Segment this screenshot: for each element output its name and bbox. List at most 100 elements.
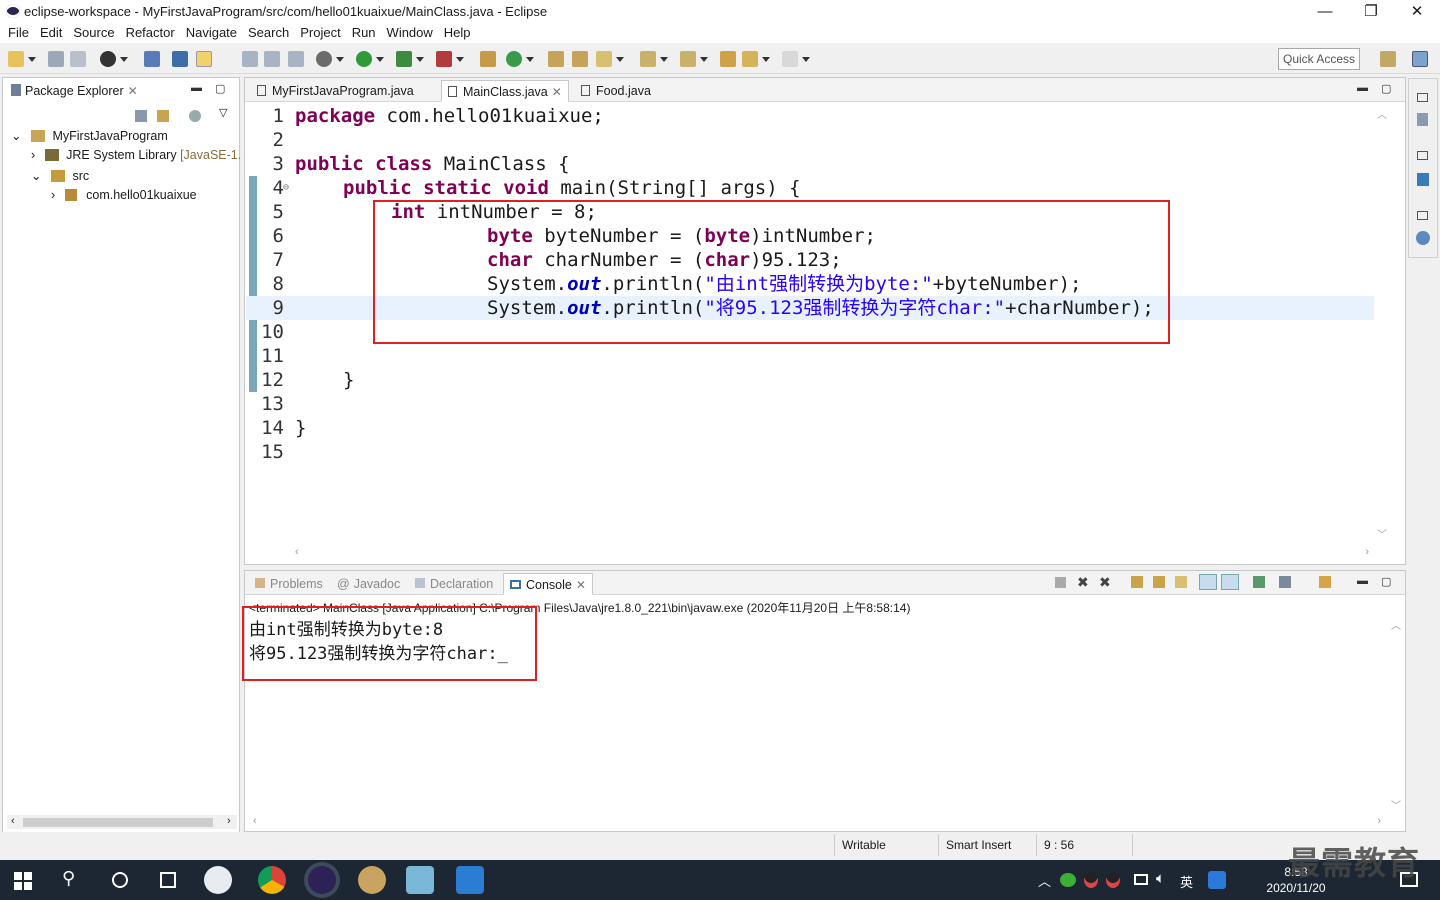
expander-icon[interactable]: ⌄ bbox=[31, 169, 41, 183]
task-view-icon[interactable] bbox=[160, 872, 176, 888]
coverage-icon[interactable] bbox=[396, 51, 424, 67]
tray-chevron-icon[interactable]: ︿ bbox=[1038, 871, 1051, 890]
expander-icon[interactable]: › bbox=[51, 188, 55, 202]
word-wrap-icon[interactable] bbox=[1175, 576, 1187, 588]
expander-icon[interactable]: ⌄ bbox=[11, 129, 21, 143]
minimize-icon[interactable]: ▬ bbox=[1357, 575, 1368, 587]
skip-breakpoints-icon[interactable] bbox=[144, 51, 160, 67]
tab-food[interactable]: Food.java bbox=[575, 80, 657, 102]
last-edit-icon[interactable] bbox=[720, 51, 736, 67]
outline-icon[interactable] bbox=[1417, 113, 1428, 126]
open-type-icon[interactable] bbox=[172, 51, 188, 67]
new-java-class-icon[interactable] bbox=[506, 51, 534, 67]
menu-navigate[interactable]: Navigate bbox=[182, 25, 244, 40]
tree-item-src[interactable]: ⌄ src bbox=[31, 168, 89, 183]
word-icon[interactable] bbox=[456, 866, 484, 894]
toggle-mark-occurrences-icon[interactable] bbox=[196, 51, 212, 67]
console-vertical-scrollbar[interactable]: ︿ ﹀ bbox=[1391, 617, 1403, 813]
scroll-up-icon[interactable]: ︿ bbox=[1377, 106, 1387, 121]
task-list-icon[interactable] bbox=[1416, 231, 1430, 245]
media-app-icon[interactable] bbox=[358, 866, 386, 894]
tab-problems[interactable]: Problems bbox=[249, 573, 329, 595]
save-icon[interactable] bbox=[48, 51, 64, 67]
open-perspective-icon[interactable] bbox=[1380, 51, 1396, 67]
save-all-icon[interactable] bbox=[70, 51, 86, 67]
minimize-icon[interactable]: ▬ bbox=[1357, 82, 1368, 94]
new-icon[interactable] bbox=[8, 51, 36, 67]
horizontal-scrollbar[interactable]: ‹ › bbox=[7, 815, 237, 829]
tree-item-project[interactable]: ⌄ MyFirstJavaProgram bbox=[11, 128, 168, 143]
cortana-icon[interactable] bbox=[112, 872, 128, 888]
scroll-left-icon[interactable]: ‹ bbox=[253, 815, 257, 827]
tab-declaration[interactable]: Declaration bbox=[409, 573, 499, 595]
menu-edit[interactable]: Edit bbox=[36, 25, 69, 40]
restore-icon[interactable] bbox=[1417, 93, 1428, 102]
display-console-icon[interactable] bbox=[1279, 576, 1291, 588]
scroll-down-icon[interactable]: ﹀ bbox=[1391, 797, 1401, 812]
menu-file[interactable]: File bbox=[4, 25, 36, 40]
package-explorer-tab[interactable]: Package Explorer ✕ bbox=[19, 80, 144, 102]
scroll-left-icon[interactable]: ‹ bbox=[11, 815, 15, 827]
menu-run[interactable]: Run bbox=[348, 25, 383, 40]
debug-icon[interactable] bbox=[316, 51, 344, 67]
ime-indicator[interactable]: 英 bbox=[1180, 872, 1193, 891]
view-menu-icon[interactable] bbox=[189, 110, 201, 122]
qq-icon[interactable] bbox=[1084, 872, 1098, 888]
link-with-editor-icon[interactable] bbox=[157, 110, 169, 122]
console-horizontal-scrollbar[interactable]: ‹ › bbox=[249, 815, 1389, 829]
scroll-right-icon[interactable]: › bbox=[1365, 546, 1369, 558]
menu-refactor[interactable]: Refactor bbox=[122, 25, 182, 40]
hierarchy-icon[interactable] bbox=[1417, 173, 1429, 186]
tray-app-icon[interactable] bbox=[1208, 871, 1226, 889]
menu-window[interactable]: Window bbox=[383, 25, 440, 40]
open-task-icon[interactable] bbox=[572, 51, 588, 67]
java-perspective-icon[interactable] bbox=[1412, 51, 1428, 67]
tree-item-jre[interactable]: › JRE System Library [JavaSE-1. bbox=[31, 148, 241, 162]
expander-icon[interactable]: › bbox=[31, 148, 35, 162]
scroll-lock-icon[interactable] bbox=[1153, 576, 1165, 588]
external-tools-icon[interactable] bbox=[436, 51, 464, 67]
clear-console-icon[interactable] bbox=[1131, 576, 1143, 588]
open-folder-icon[interactable] bbox=[548, 51, 564, 67]
tab-console[interactable]: Console ✕ bbox=[503, 573, 593, 595]
volume-icon[interactable]: 🔈︎ bbox=[1156, 870, 1165, 887]
view-menu-chevron-icon[interactable]: ▽ bbox=[219, 106, 227, 119]
vertical-scrollbar[interactable]: ︿ ﹀ bbox=[1377, 106, 1389, 542]
wechat-icon[interactable] bbox=[1060, 873, 1076, 887]
terminate-icon[interactable] bbox=[1055, 577, 1066, 588]
restore-icon[interactable] bbox=[1417, 211, 1428, 220]
remove-all-icon[interactable]: ✖ bbox=[1099, 574, 1111, 591]
qq-icon[interactable] bbox=[1106, 872, 1120, 888]
scroll-left-icon[interactable]: ‹ bbox=[295, 546, 299, 558]
notepad-icon[interactable] bbox=[406, 866, 434, 894]
toggle-block-icon[interactable] bbox=[242, 51, 258, 67]
collapse-all-icon[interactable] bbox=[135, 110, 147, 122]
search-icon[interactable]: ⚲ bbox=[62, 868, 75, 889]
scroll-right-icon[interactable]: › bbox=[1377, 815, 1381, 827]
restore-button[interactable]: ❐ bbox=[1348, 0, 1394, 22]
close-icon[interactable]: ✕ bbox=[576, 578, 586, 592]
tree-item-package[interactable]: › com.hello01kuaixue bbox=[51, 188, 197, 202]
pin-console-icon[interactable] bbox=[1253, 576, 1265, 588]
start-icon[interactable] bbox=[14, 872, 32, 890]
back-icon[interactable] bbox=[742, 51, 770, 67]
close-button[interactable]: ✕ bbox=[1394, 0, 1440, 22]
scroll-up-icon[interactable]: ︿ bbox=[1391, 617, 1401, 632]
maximize-icon[interactable]: ▢ bbox=[1381, 82, 1391, 95]
chrome-icon[interactable] bbox=[258, 866, 286, 894]
remove-launch-icon[interactable]: ✖ bbox=[1077, 574, 1089, 591]
restore-icon[interactable] bbox=[1417, 151, 1428, 160]
menu-search[interactable]: Search bbox=[244, 25, 296, 40]
minimize-icon[interactable]: ▬ bbox=[191, 82, 202, 94]
paragraph-icon[interactable] bbox=[288, 51, 304, 67]
minimize-button[interactable]: — bbox=[1302, 0, 1348, 22]
fold-icon[interactable]: ⊖ bbox=[283, 176, 289, 200]
show-on-error-icon[interactable] bbox=[1221, 574, 1239, 590]
maximize-icon[interactable]: ▢ bbox=[215, 82, 225, 95]
forward-icon[interactable] bbox=[782, 51, 810, 67]
quick-access-input[interactable]: Quick Access bbox=[1278, 48, 1360, 70]
new-java-package-icon[interactable] bbox=[480, 51, 496, 67]
eclipse-taskbar-icon[interactable] bbox=[308, 866, 336, 894]
scroll-down-icon[interactable]: ﹀ bbox=[1377, 526, 1387, 541]
horizontal-scrollbar[interactable]: ‹ › bbox=[295, 546, 1375, 560]
